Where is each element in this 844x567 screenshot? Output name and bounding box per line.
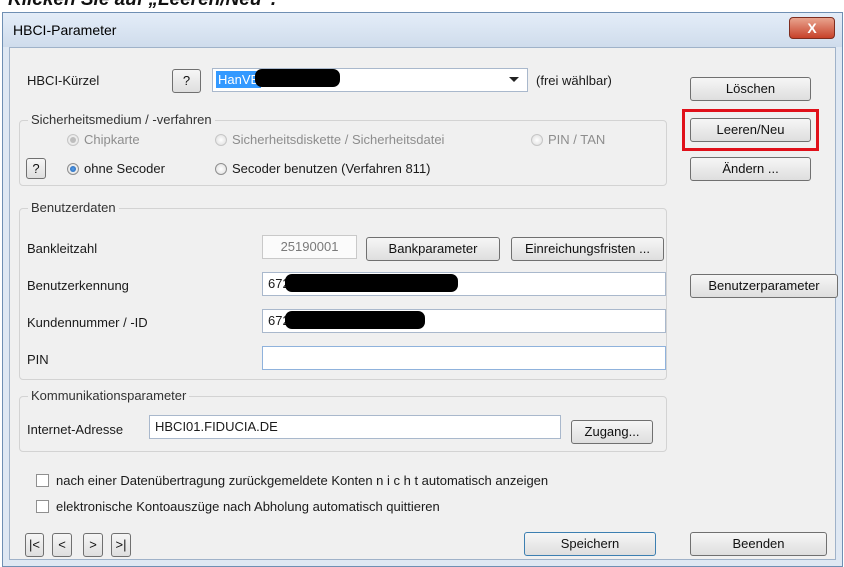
address-label: Internet-Adresse xyxy=(27,422,124,437)
window-title: HBCI-Parameter xyxy=(13,22,117,38)
radio-pin-tan[interactable] xyxy=(531,134,543,146)
kennung-label: Benutzerkennung xyxy=(27,278,129,293)
user-parameters-button[interactable]: Benutzerparameter xyxy=(690,274,838,298)
radio-pin-tan-label: PIN / TAN xyxy=(548,132,606,147)
redaction-bar xyxy=(285,274,458,292)
radio-diskette-label: Sicherheitsdiskette / Sicherheitsdatei xyxy=(232,132,445,147)
redaction-bar xyxy=(255,69,340,87)
user-data-group-title: Benutzerdaten xyxy=(28,200,119,215)
nav-next-button[interactable]: > xyxy=(83,533,103,557)
security-group: Sicherheitsmedium / -verfahren Chipkarte… xyxy=(19,112,667,186)
hbci-parameter-dialog: HBCI-Parameter X HBCI-Kürzel ? HanVB (fr… xyxy=(2,12,843,567)
hbci-help-button[interactable]: ? xyxy=(172,69,201,93)
title-bar: HBCI-Parameter X xyxy=(3,13,842,47)
change-button[interactable]: Ändern ... xyxy=(690,157,811,181)
radio-ohne-secoder[interactable] xyxy=(67,163,79,175)
highlight-frame xyxy=(682,109,819,151)
checkbox-auto-ack[interactable] xyxy=(36,500,49,513)
delete-button[interactable]: Löschen xyxy=(690,77,811,101)
radio-diskette[interactable] xyxy=(215,134,227,146)
bankparameter-button[interactable]: Bankparameter xyxy=(366,237,500,261)
communication-group-title: Kommunikationsparameter xyxy=(28,388,190,403)
address-field[interactable]: HBCI01.FIDUCIA.DE xyxy=(149,415,561,439)
close-button[interactable]: Beenden xyxy=(690,532,827,556)
redaction-bar xyxy=(285,311,425,329)
blz-label: Bankleitzahl xyxy=(27,241,98,256)
radio-ohne-secoder-label: ohne Secoder xyxy=(84,161,165,176)
radio-chipkarte-label: Chipkarte xyxy=(84,132,140,147)
radio-secoder[interactable] xyxy=(215,163,227,175)
hbci-label: HBCI-Kürzel xyxy=(27,73,100,88)
nav-last-button[interactable]: >| xyxy=(111,533,131,557)
security-group-title: Sicherheitsmedium / -verfahren xyxy=(28,112,215,127)
checkbox-no-autoshow[interactable] xyxy=(36,474,49,487)
einreichungsfristen-button[interactable]: Einreichungsfristen ... xyxy=(511,237,664,261)
kunde-label: Kundennummer / -ID xyxy=(27,315,148,330)
security-help-button[interactable]: ? xyxy=(26,158,46,179)
checkbox-auto-ack-label: elektronische Kontoauszüge nach Abholung… xyxy=(56,499,440,514)
save-button[interactable]: Speichern xyxy=(524,532,656,556)
nav-prev-button[interactable]: < xyxy=(52,533,72,557)
radio-chipkarte[interactable] xyxy=(67,134,79,146)
close-icon: X xyxy=(807,20,817,36)
blz-field: 25190001 xyxy=(262,235,357,259)
radio-secoder-label: Secoder benutzen (Verfahren 811) xyxy=(232,161,431,176)
checkbox-no-autoshow-label: nach einer Datenübertragung zurückgemeld… xyxy=(56,473,549,488)
hbci-hint: (frei wählbar) xyxy=(536,73,612,88)
pin-field[interactable] xyxy=(262,346,666,370)
pin-label: PIN xyxy=(27,352,49,367)
dialog-body: HBCI-Kürzel ? HanVB (frei wählbar) Siche… xyxy=(9,47,838,560)
close-window-button[interactable]: X xyxy=(789,17,835,39)
zugang-button[interactable]: Zugang... xyxy=(571,420,653,444)
chevron-down-icon[interactable] xyxy=(509,77,519,82)
nav-first-button[interactable]: |< xyxy=(25,533,44,557)
instruction-caption: Klicken Sie auf „Leeren/Neu“. xyxy=(8,0,276,11)
